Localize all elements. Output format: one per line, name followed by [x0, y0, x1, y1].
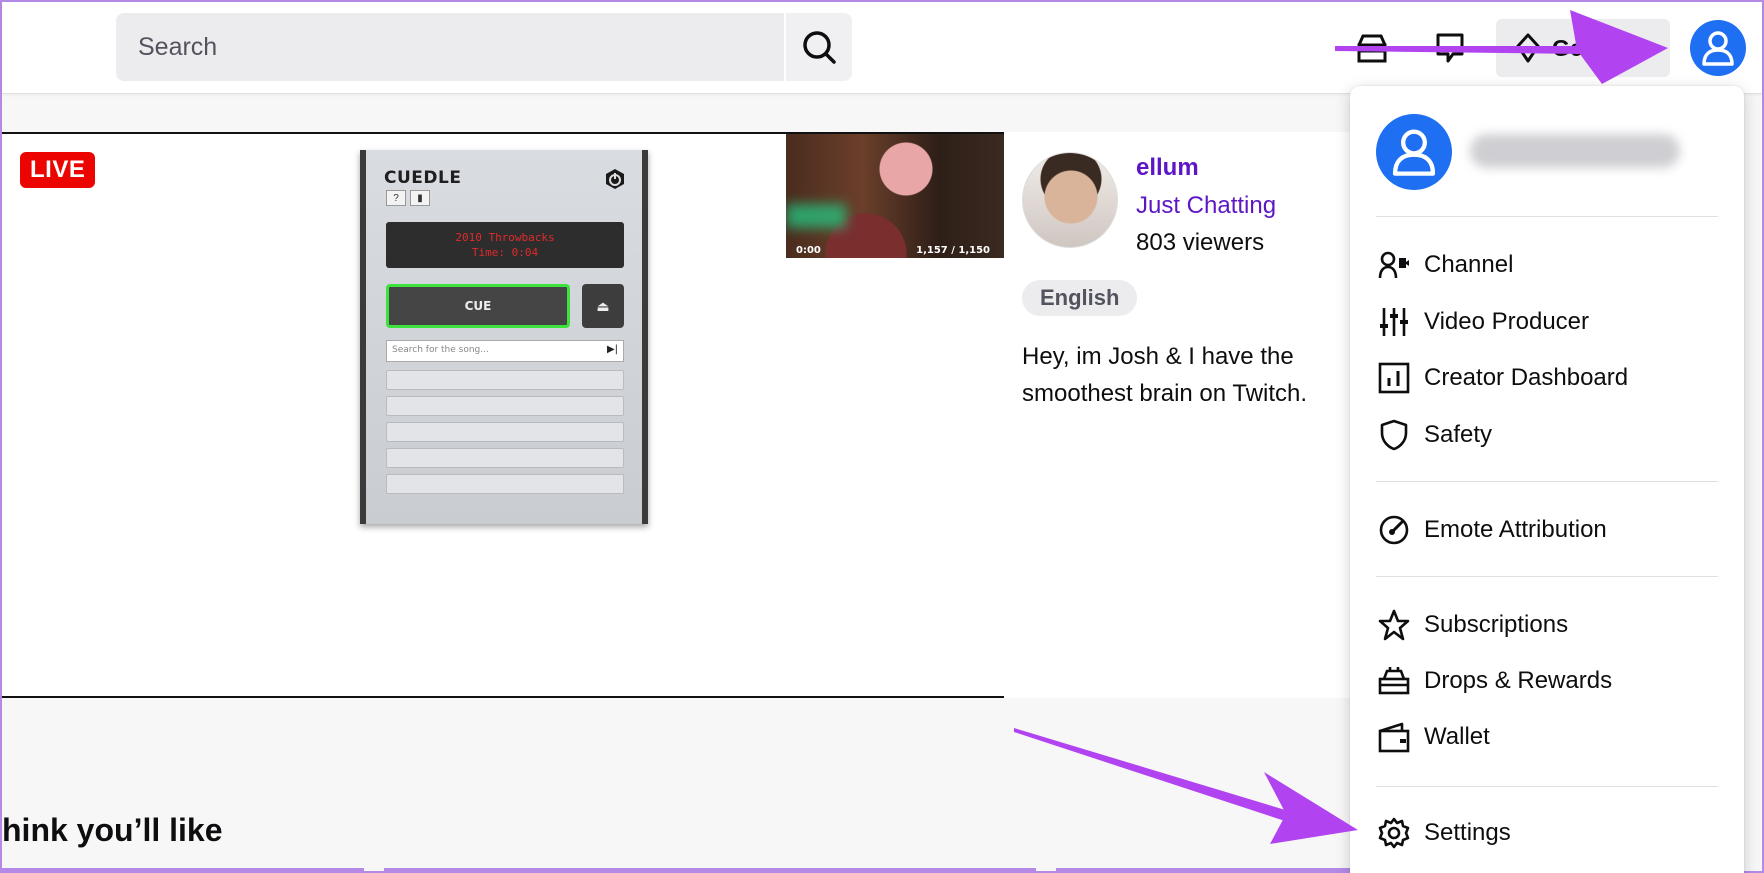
card-edge [384, 868, 1036, 871]
cuedle-cue-button: CUE [386, 284, 570, 328]
crown-box-icon [1357, 34, 1387, 63]
skip-icon: ▶| [606, 344, 618, 355]
drops-icon [1378, 667, 1410, 695]
channel-avatar[interactable] [1022, 152, 1118, 248]
menu-item-label: Creator Dashboard [1424, 364, 1629, 391]
cuedle-search-placeholder: Search for the song... [392, 345, 489, 355]
cuedle-guess-slot [386, 422, 624, 442]
menu-item-emote-attribution[interactable]: Emote Attribution [1372, 507, 1720, 553]
search-button[interactable] [786, 13, 852, 81]
thumbnail-glow [786, 204, 846, 228]
cuedle-display-line1: 2010 Throwbacks [455, 231, 555, 244]
menu-item-label: Channel [1424, 251, 1514, 278]
menu-item-label: Subscriptions [1424, 611, 1569, 638]
wallet-icon [1378, 722, 1410, 753]
thumbnail-time: 0:00 [796, 245, 821, 256]
channel-name-link[interactable]: ellum [1136, 154, 1199, 182]
power-icon [606, 169, 624, 189]
get-bits-button[interactable]: Get [1496, 19, 1670, 77]
cuedle-mini-buttons: ? ▮ [386, 190, 430, 206]
menu-item-channel[interactable]: Channel [1372, 242, 1720, 288]
stats-icon: ▮ [410, 190, 430, 206]
cuedle-widget: CUEDLE ? ▮ 2010 Throwbacks Time: 0:04 CU… [360, 150, 648, 524]
arrow-to-settings [1014, 728, 1358, 844]
card-edge [1056, 868, 1362, 871]
menu-item-drops-rewards[interactable]: Drops & Rewards [1372, 658, 1720, 704]
stream-thumbnail[interactable]: 0:00 1,157 / 1,150 [786, 134, 1004, 258]
user-dropdown-menu: Channel Video Producer Creator Dashboard… [1350, 86, 1744, 873]
language-tag[interactable]: English [1022, 280, 1138, 316]
user-avatar-icon [1392, 129, 1436, 176]
eject-icon: ⏏ [582, 284, 624, 328]
cuedle-display: 2010 Throwbacks Time: 0:04 [386, 222, 624, 268]
cuedle-guess-slot [386, 370, 624, 390]
menu-divider [1376, 786, 1718, 787]
dropdown-avatar [1376, 114, 1452, 190]
user-avatar-icon [1702, 31, 1734, 66]
card-edge [2, 868, 364, 871]
viewer-count: 803 viewers [1136, 229, 1265, 256]
cuedle-guess-slot [386, 448, 624, 468]
stream-description: Hey, im Josh & I have the smoothest brai… [1022, 343, 1308, 407]
dashboard-icon [1378, 362, 1410, 394]
menu-item-video-producer[interactable]: Video Producer [1372, 299, 1720, 345]
menu-divider [1376, 481, 1718, 482]
cuedle-guess-slot [386, 474, 624, 494]
bits-diamond-icon [1516, 33, 1540, 63]
search-icon [803, 31, 836, 64]
search-bar [116, 13, 852, 81]
category-link[interactable]: Just Chatting [1136, 192, 1276, 220]
menu-divider [1376, 216, 1718, 217]
whispers-button[interactable] [1430, 28, 1470, 68]
help-icon: ? [386, 190, 406, 206]
menu-item-settings[interactable]: Settings [1372, 810, 1720, 856]
user-menu-button[interactable] [1690, 20, 1746, 76]
menu-item-subscriptions[interactable]: Subscriptions [1372, 602, 1720, 648]
top-nav-bar: Get [2, 2, 1762, 94]
section-heading: hink you’ll like [2, 812, 223, 848]
menu-item-label: Emote Attribution [1424, 516, 1607, 543]
thumbnail-stats: 1,157 / 1,150 [916, 245, 990, 256]
get-bits-label: Get [1552, 34, 1591, 61]
menu-item-label: Safety [1424, 421, 1493, 448]
live-badge: LIVE [20, 152, 96, 188]
menu-item-label: Drops & Rewards [1424, 667, 1613, 694]
gauge-icon [1379, 515, 1409, 545]
stream-video-player[interactable]: LIVE CUEDLE ? ▮ 2010 Throwbacks Time: 0:… [2, 132, 1004, 698]
chat-bubble-icon [1436, 33, 1464, 63]
blurred-username [1470, 134, 1680, 168]
shield-icon [1380, 419, 1408, 451]
menu-item-label: Video Producer [1424, 308, 1589, 335]
cuedle-guess-slot [386, 396, 624, 416]
channel-icon [1378, 251, 1409, 279]
menu-item-label: Wallet [1424, 723, 1490, 750]
menu-item-label: Settings [1424, 819, 1511, 846]
menu-divider [1376, 576, 1718, 577]
cuedle-search: Search for the song... ▶| [386, 340, 624, 362]
prime-loot-button[interactable] [1352, 28, 1392, 68]
menu-item-safety[interactable]: Safety [1372, 412, 1720, 458]
search-input[interactable] [116, 13, 784, 81]
star-icon [1378, 609, 1410, 641]
cuedle-display-line2: Time: 0:04 [471, 246, 539, 259]
menu-item-creator-dashboard[interactable]: Creator Dashboard [1372, 355, 1720, 401]
bottom-card-edges [2, 868, 1362, 872]
sliders-icon [1380, 308, 1408, 336]
cuedle-title: CUEDLE [384, 168, 462, 188]
gear-icon [1378, 817, 1410, 849]
featured-stream-panel: LIVE CUEDLE ? ▮ 2010 Throwbacks Time: 0:… [2, 132, 1362, 698]
menu-item-wallet[interactable]: Wallet [1372, 714, 1720, 760]
